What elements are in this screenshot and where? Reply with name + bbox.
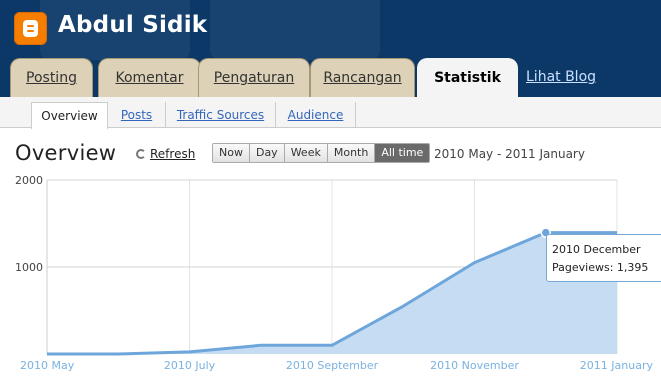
blogger-header: Abdul Sidik Posting Komentar Pengaturan … [0, 0, 661, 97]
subtab-posts[interactable]: Posts [108, 102, 166, 128]
tab-komentar[interactable]: Komentar [98, 58, 201, 97]
range-all-time-button[interactable]: All time [375, 144, 430, 162]
time-range-selector: Now Day Week Month All time [212, 143, 431, 163]
refresh-label: Refresh [150, 147, 196, 161]
range-now-button[interactable]: Now [213, 144, 250, 162]
tooltip-title: 2010 December [552, 243, 641, 256]
y-tick-label: 1000 [15, 261, 43, 274]
chart-tooltip: 2010 December Pageviews: 1,395 [546, 234, 661, 282]
tab-posting[interactable]: Posting [10, 58, 93, 97]
tab-pengaturan[interactable]: Pengaturan [198, 58, 310, 97]
date-range-label: 2010 May - 2011 January [434, 147, 585, 161]
range-month-button[interactable]: Month [327, 144, 376, 162]
tab-rancangan[interactable]: Rancangan [310, 58, 415, 97]
tooltip-value: Pageviews: 1,395 [552, 261, 649, 274]
page-title: Overview [15, 141, 117, 165]
x-tick-label: 2010 September [286, 359, 379, 372]
x-tick-label: 2010 May [20, 359, 75, 372]
refresh-button[interactable]: Refresh [136, 147, 195, 161]
range-day-button[interactable]: Day [249, 144, 285, 162]
x-tick-label: 2011 January [580, 359, 654, 372]
y-tick-label: 2000 [15, 174, 43, 187]
subtab-overview[interactable]: Overview [31, 102, 108, 129]
tab-statistik[interactable]: Statistik [417, 58, 518, 97]
subtab-traffic-sources[interactable]: Traffic Sources [166, 102, 276, 128]
x-tick-label: 2010 November [430, 359, 519, 372]
header-decoration [210, 0, 380, 60]
view-blog-link[interactable]: Lihat Blog [526, 69, 596, 85]
blogger-logo-icon[interactable] [14, 12, 47, 45]
subtab-audience[interactable]: Audience [276, 102, 356, 128]
stats-subnav: Overview Posts Traffic Sources Audience [0, 97, 661, 129]
refresh-icon [136, 149, 146, 159]
range-week-button[interactable]: Week [284, 144, 328, 162]
blog-title: Abdul Sidik [58, 12, 208, 38]
x-tick-label: 2010 July [164, 359, 216, 372]
